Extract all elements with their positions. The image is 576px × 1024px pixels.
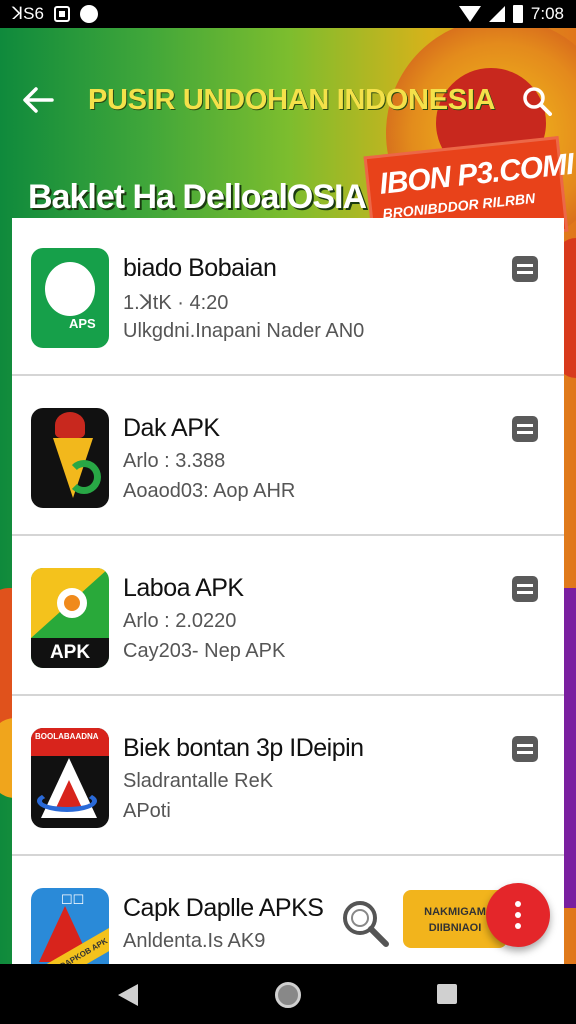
dot-icon [515,923,521,929]
app-icon-label: BOOLABAADNA [31,728,109,756]
swoop-shape [37,790,97,812]
app-title: PUSIR UNDOHAN INDONESIA [88,84,496,116]
back-arrow-icon[interactable] [22,86,54,114]
app-meta: Arlo : 2.0220 [123,610,237,632]
download-icon[interactable] [512,416,538,442]
app-name: biado Bobaian [123,254,277,282]
dot-icon [515,912,521,918]
app-subtext: Ulkgdni.Inapani Nader AN0 [123,320,365,342]
app-meta: Anldenta.Is AK9 [123,930,266,952]
app-subtext: APoti [123,800,171,822]
app-icon-green-chat: APS [31,248,109,348]
app-meta: Sladrantalle ReK [123,770,274,792]
list-item[interactable]: BOOLABAADNA Biek bontan 3p IDeipin Sladr… [12,698,564,856]
download-icon[interactable] [512,576,538,602]
list-item[interactable]: Dak APK Arlo : 3.388 Aoaod03: Aop AHR [12,378,564,536]
battery-icon [512,5,523,23]
navigation-bar [0,964,576,1024]
download-icon[interactable] [512,256,538,282]
app-subtext: Cay203- Nep APK [123,640,286,662]
notification-chat-icon [79,5,98,23]
app-name: Laboa APK [123,574,244,602]
app-subtext: Aoaod03: Aop AHR [123,480,296,502]
app-icon-garuda [31,408,109,508]
download-icon[interactable] [512,736,538,762]
app-name: Biek bontan 3p IDeipin [123,734,364,762]
magnifier-icon[interactable] [336,896,392,950]
notification-app-icon [53,6,70,22]
app-name: Dak APK [123,414,220,442]
signal-icon [488,6,505,22]
garuda-shape [55,412,85,438]
top-app-bar: PUSIR UNDOHAN INDONESIA [0,68,576,132]
chat-bubble-shape [45,262,95,316]
search-icon[interactable] [522,86,552,116]
nav-recents-icon[interactable] [437,984,457,1004]
nav-back-icon[interactable] [118,984,138,1006]
list-item[interactable]: APS biado Bobaian 1.ꓘtK · 4:20 Ulkgdni.I… [12,218,564,376]
dot-icon [515,901,521,907]
status-left-text: ꓘS6 [12,4,44,23]
nav-home-icon[interactable] [275,982,301,1008]
app-name: Capk Daplle APKS [123,894,324,922]
more-options-fab[interactable] [486,883,550,947]
wifi-icon [458,6,481,22]
app-icon-label: APK [31,638,109,668]
app-list: APS biado Bobaian 1.ꓘtK · 4:20 Ulkgdni.I… [12,218,564,988]
status-time: 7:08 [530,4,564,23]
app-icon-label: APS [69,316,96,331]
banner-subtitle: Baklet Ha DelloalOSIA [28,178,367,216]
ring-shape [57,588,87,618]
app-meta: 1.ꓘtK · 4:20 [123,292,229,314]
app-icon-apk: APK [31,568,109,668]
list-item[interactable]: APK Laboa APK Arlo : 2.0220 Cay203- Nep … [12,538,564,696]
status-bar: ꓘS6 7:08 [0,0,576,28]
app-icon-red-triangle: BOOLABAADNA [31,728,109,828]
app-meta: Arlo : 3.388 [123,450,226,472]
arc-shape [67,460,101,494]
